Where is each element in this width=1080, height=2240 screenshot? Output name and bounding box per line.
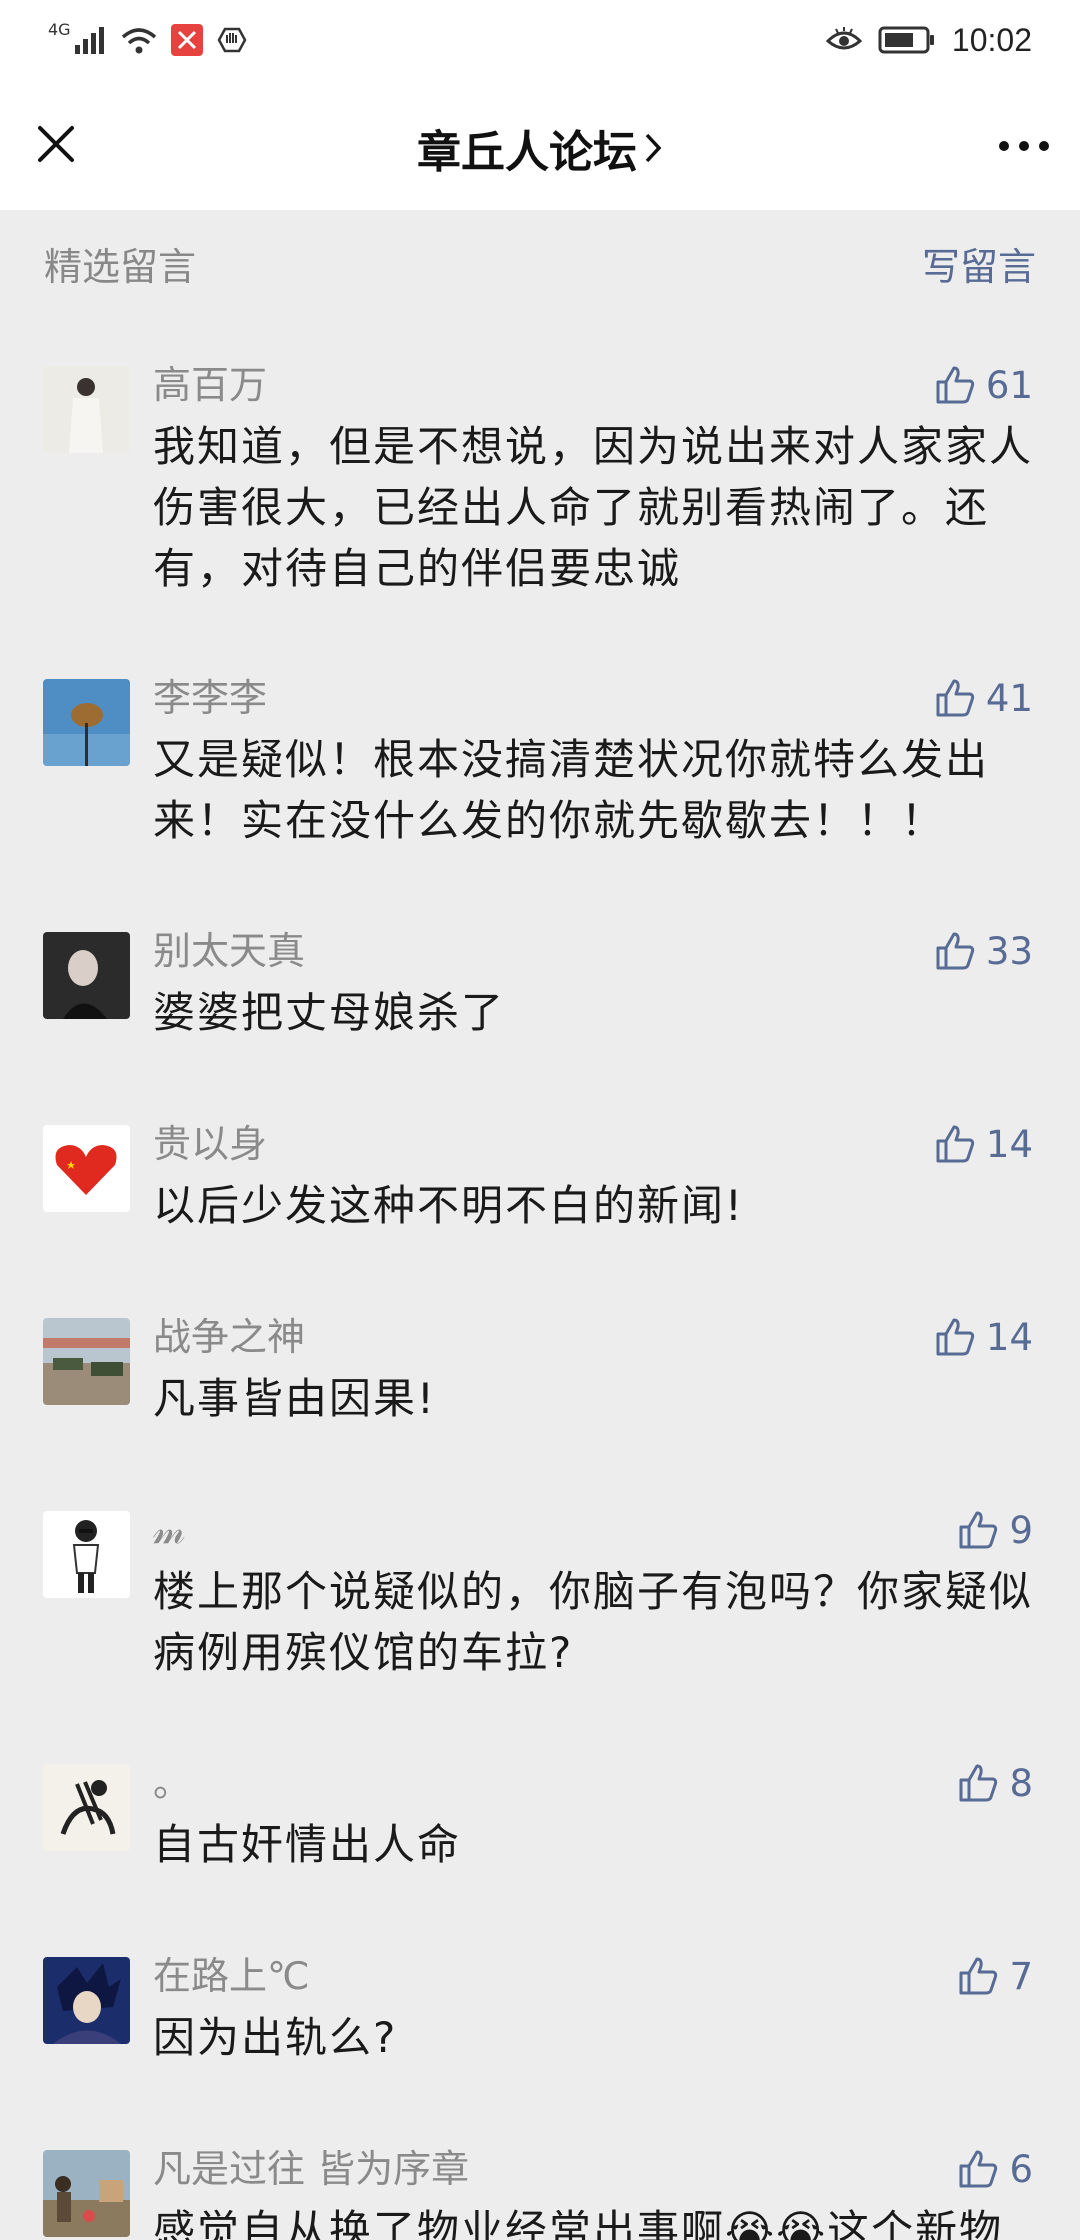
comment-text: 自古奸情出人命 [153, 1820, 462, 1869]
comment-text: 婆婆把丈母娘杀了 [153, 988, 506, 1037]
like-count: 6 [1009, 2147, 1033, 2191]
like-count: 14 [985, 1315, 1033, 1359]
page-title: 章丘人论坛 [417, 127, 637, 178]
more-button[interactable] [992, 114, 1056, 178]
comment-item: 别太天真 33 婆婆把丈母娘杀了 [0, 906, 1080, 1099]
status-bar: 4G 10:02 [0, 0, 1080, 80]
thumbs-up-icon [959, 1511, 998, 1549]
comment-text: 因为出轨么? [153, 2013, 398, 2062]
comment-author: 凡是过往 皆为序章 [153, 2147, 470, 2191]
thumbs-up-icon [936, 366, 975, 404]
avatar[interactable] [43, 1125, 130, 1212]
battery-icon [878, 26, 934, 54]
like-button[interactable]: 7 [957, 1951, 1033, 2001]
chevron-right-icon [645, 133, 662, 163]
like-button[interactable]: 14 [934, 1312, 1033, 1362]
comment-item: 在路上℃ 7 因为出轨么? [0, 1931, 1080, 2124]
comment-author: 李李李 [153, 676, 268, 720]
like-button[interactable]: 8 [957, 1758, 1033, 1808]
comment-author: 贵以身 [153, 1122, 268, 1166]
comment-item: 凡是过往 皆为序章 6 感觉自从换了物业经常出事啊😭😭这个新物 [0, 2124, 1080, 2240]
thumbs-up-icon [936, 679, 975, 717]
comment-author: 在路上℃ [153, 1954, 310, 1998]
comments-header: 精选留言 写留言 [44, 220, 1036, 300]
like-button[interactable]: 41 [934, 673, 1033, 723]
thumbs-up-icon [959, 1764, 998, 1802]
signal-icon [74, 27, 104, 54]
nav-bar: 章丘人论坛 [0, 80, 1080, 210]
like-count: 41 [985, 676, 1033, 720]
comment-author: 𝓂 [153, 1508, 186, 1552]
like-button[interactable]: 33 [934, 926, 1033, 976]
like-button[interactable]: 6 [957, 2144, 1033, 2194]
comment-item: 李李李 41 又是疑似！根本没搞清楚状况你就特么发出来！实在没什么发的你就先歇歇… [0, 653, 1080, 906]
avatar[interactable] [43, 2150, 130, 2237]
comment-text: 我知道，但是不想说，因为说出来对人家家人伤害很大，已经出人命了就别看热闹了。还有… [153, 422, 1034, 593]
avatar[interactable] [43, 1318, 130, 1405]
write-comment-link[interactable]: 写留言 [922, 236, 1036, 291]
wifi-icon [121, 28, 156, 54]
like-button[interactable]: 14 [934, 1119, 1033, 1169]
comment-item: 贵以身 14 以后少发这种不明不白的新闻! [0, 1099, 1080, 1292]
comment-item: 𝓂 9 楼上那个说疑似的，你脑子有泡吗？你家疑似病例用殡仪馆的车拉? [0, 1485, 1080, 1738]
comment-text: 凡事皆由因果! [153, 1374, 436, 1423]
thumbs-up-icon [936, 1125, 975, 1163]
thumbs-up-icon [936, 1318, 975, 1356]
status-left: 4G [48, 18, 249, 62]
comment-author: 战争之神 [153, 1315, 306, 1359]
like-count: 8 [1009, 1761, 1033, 1805]
comment-text: 又是疑似！根本没搞清楚状况你就特么发出来！实在没什么发的你就先歇歇去！！！ [153, 735, 990, 845]
comment-item: 。 8 自古奸情出人命 [0, 1738, 1080, 1931]
like-count: 14 [985, 1122, 1033, 1166]
like-count: 33 [985, 929, 1033, 973]
comment-author: 。 [153, 1761, 192, 1805]
comment-text: 以后少发这种不明不白的新闻! [153, 1181, 744, 1230]
thumbs-up-icon [959, 2150, 998, 2188]
comment-item: 高百万 61 我知道，但是不想说，因为说出来对人家家人伤害很大，已经出人命了就别… [0, 340, 1080, 653]
comment-author: 高百万 [153, 363, 268, 407]
like-count: 7 [1009, 1954, 1033, 1998]
thumbs-up-icon [959, 1957, 998, 1995]
app-notification-icon [170, 24, 203, 56]
account-title-link[interactable]: 章丘人论坛 [0, 116, 1080, 180]
thumbs-up-icon [936, 932, 975, 970]
comment-text: 感觉自从换了物业经常出事啊😭😭这个新物 [153, 2206, 1004, 2240]
avatar[interactable] [43, 1511, 130, 1598]
like-count: 61 [985, 363, 1033, 407]
featured-comments-label: 精选留言 [44, 245, 197, 289]
like-button[interactable]: 61 [934, 360, 1033, 410]
avatar[interactable] [43, 1957, 130, 2044]
comment-author: 别太天真 [153, 929, 306, 973]
eye-comfort-icon [825, 27, 862, 50]
hand-icon [217, 27, 247, 53]
like-count: 9 [1009, 1508, 1033, 1552]
comment-text: 楼上那个说疑似的，你脑子有泡吗？你家疑似病例用殡仪馆的车拉? [153, 1567, 1034, 1677]
comment-item: 战争之神 14 凡事皆由因果! [0, 1292, 1080, 1485]
clock: 10:02 [951, 21, 1032, 58]
comment-list: 高百万 61 我知道，但是不想说，因为说出来对人家家人伤害很大，已经出人命了就别… [0, 340, 1080, 2240]
network-label: 4G [48, 20, 71, 39]
like-button[interactable]: 9 [957, 1505, 1033, 1555]
avatar[interactable] [43, 1764, 130, 1851]
avatar[interactable] [43, 679, 130, 766]
more-icon [999, 141, 1049, 151]
avatar[interactable] [43, 932, 130, 1019]
avatar[interactable] [43, 366, 130, 453]
status-right: 10:02 [825, 18, 1032, 62]
